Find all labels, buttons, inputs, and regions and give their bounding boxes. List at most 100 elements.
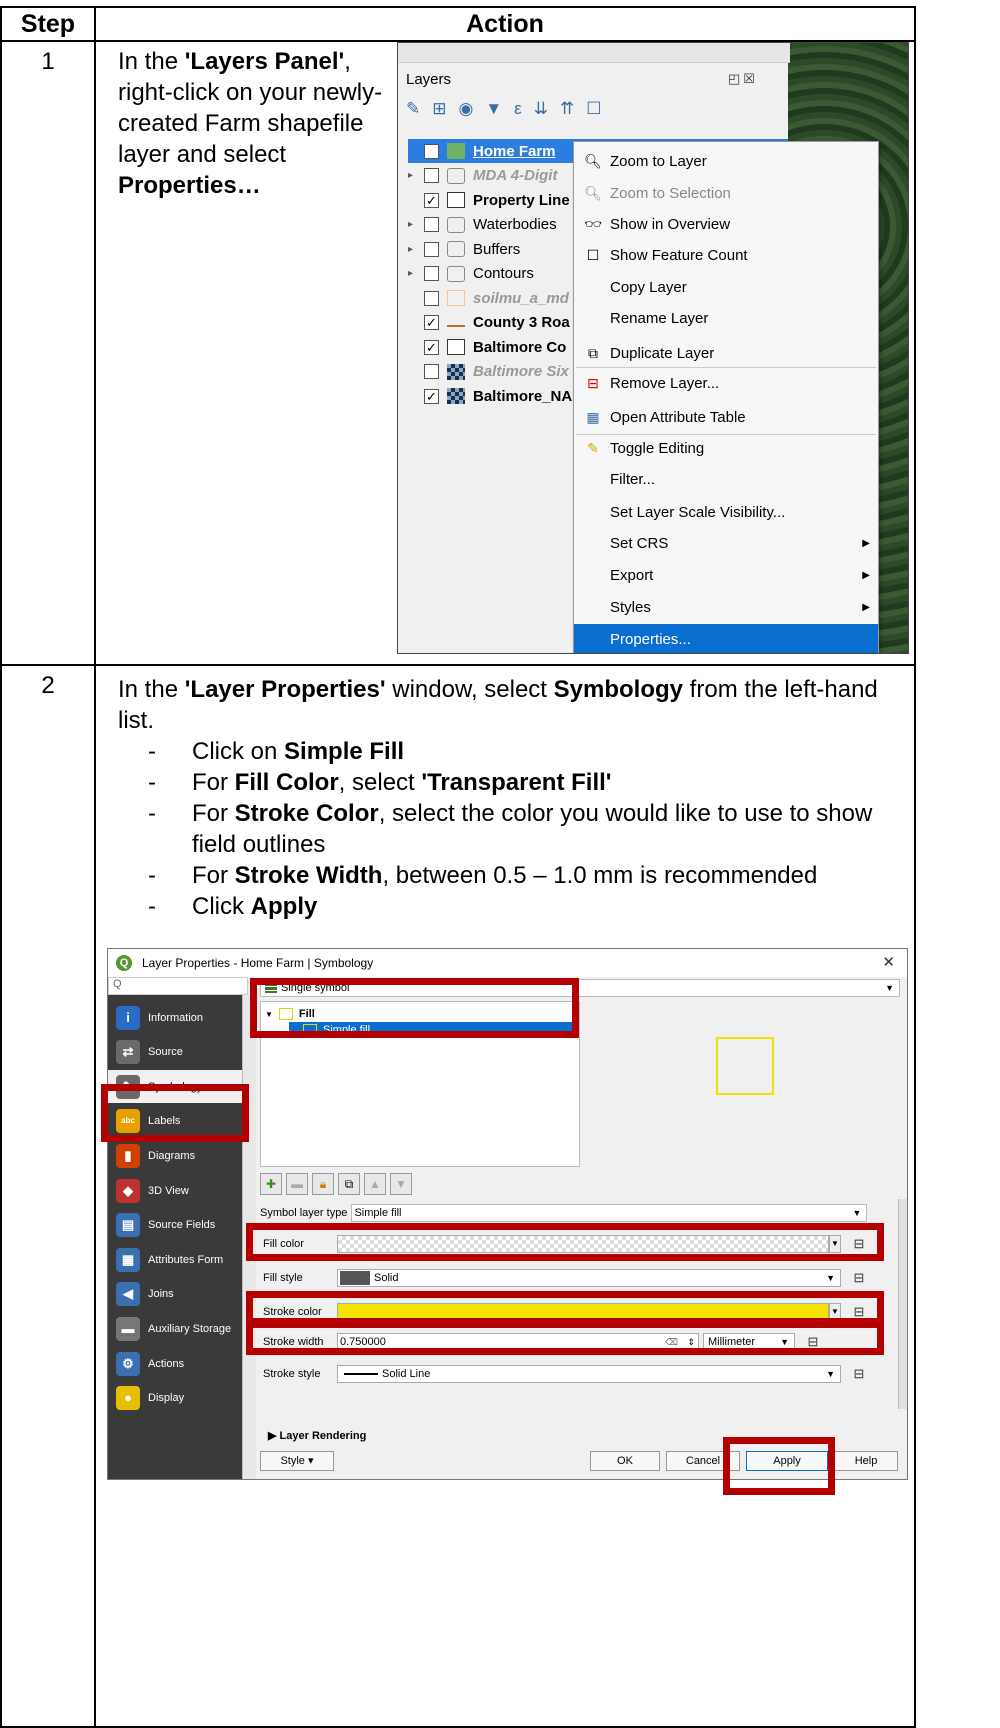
collapse-all-icon[interactable]: ⇈: [560, 99, 574, 119]
sidebar-item[interactable]: ● Display: [108, 1382, 242, 1415]
duplicate-icon[interactable]: ⧉: [338, 1173, 360, 1195]
data-defined-icon[interactable]: ⊟: [849, 1366, 869, 1382]
menu-item[interactable]: Rename Layer: [574, 303, 878, 333]
menu-item[interactable]: ▦ Open Attribute Table: [574, 402, 878, 432]
sidebar-item[interactable]: ▮ Diagrams: [108, 1139, 242, 1172]
style-button[interactable]: Style ▾: [260, 1451, 334, 1471]
layer-visibility-checkbox[interactable]: [424, 266, 439, 281]
panel-float-close-icon[interactable]: ◰☒: [728, 71, 758, 87]
data-defined-icon[interactable]: ⊟: [803, 1334, 823, 1350]
menu-item[interactable]: ☐ Show Feature Count: [574, 240, 878, 270]
stroke-style-select[interactable]: Solid Line ▼: [337, 1365, 841, 1383]
properties-scrollbar[interactable]: [898, 1199, 907, 1409]
stroke-unit-select[interactable]: Millimeter ▼: [703, 1333, 795, 1351]
sidebar-item[interactable]: ▤ Source Fields: [108, 1209, 242, 1242]
move-up-icon[interactable]: ▲: [364, 1173, 386, 1195]
search-input[interactable]: Q: [108, 977, 248, 995]
menu-item[interactable]: Export ▶: [574, 560, 878, 590]
style-brush-icon[interactable]: ✎: [406, 99, 420, 119]
layer-visibility-checkbox[interactable]: ✓: [424, 315, 439, 330]
help-button[interactable]: Help: [834, 1451, 898, 1471]
menu-item[interactable]: Filter...: [574, 464, 878, 494]
cancel-button[interactable]: Cancel: [666, 1451, 740, 1471]
renderer-select[interactable]: Single symbol ▼: [260, 979, 900, 997]
expand-arrow-icon[interactable]: ▸: [408, 219, 424, 230]
sidebar-item[interactable]: ✎ Symbology: [108, 1070, 242, 1104]
expand-arrow-icon[interactable]: ▸: [408, 170, 424, 181]
style-button-label: Style: [280, 1455, 305, 1467]
stroke-width-input[interactable]: 0.750000 ⌫ ⇕: [337, 1333, 699, 1351]
menu-item[interactable]: Copy Layer: [574, 272, 878, 302]
sidebar-item[interactable]: ▬ Auxiliary Storage: [108, 1312, 242, 1345]
tree-item-simple-fill[interactable]: Simple fill: [289, 1022, 577, 1038]
fill-style-select[interactable]: Solid ▼: [337, 1269, 841, 1287]
add-group-icon[interactable]: ⊞: [432, 99, 446, 119]
layer-item[interactable]: ▸ MDA 4-Digit: [408, 164, 578, 188]
expression-icon[interactable]: ε: [514, 99, 522, 119]
layer-visibility-checkbox[interactable]: ✓: [424, 192, 439, 208]
remove-layer-icon[interactable]: ☐: [586, 99, 601, 119]
eye-icon[interactable]: ◉: [459, 99, 474, 119]
layer-visibility-checkbox[interactable]: [424, 241, 439, 257]
menu-item[interactable]: Set CRS ▶: [574, 528, 878, 558]
add-symbol-layer-icon[interactable]: ✚: [260, 1173, 282, 1195]
sidebar-item[interactable]: ⚙ Actions: [108, 1347, 242, 1380]
menu-item[interactable]: ⧉ Duplicate Layer: [574, 338, 878, 368]
expand-all-icon[interactable]: ⇊: [534, 99, 548, 119]
menu-item[interactable]: Styles ▶: [574, 592, 878, 622]
sidebar-scrollbar[interactable]: [242, 995, 256, 1479]
chevron-down-icon[interactable]: ▼: [829, 1235, 841, 1253]
data-defined-icon[interactable]: ⊟: [849, 1270, 869, 1286]
lock-icon[interactable]: 🔒︎: [312, 1173, 334, 1195]
spinner-icon[interactable]: ⇕: [687, 1334, 695, 1350]
layer-visibility-checkbox[interactable]: [424, 290, 439, 306]
clear-icon[interactable]: ⌫: [665, 1334, 678, 1350]
move-down-icon[interactable]: ▼: [390, 1173, 412, 1195]
layer-visibility-checkbox[interactable]: ✓: [424, 143, 439, 159]
chevron-down-icon[interactable]: ▼: [829, 1303, 841, 1321]
sidebar-item[interactable]: i Information: [108, 1001, 242, 1034]
layer-visibility-checkbox[interactable]: ✓: [424, 339, 439, 355]
layer-item[interactable]: ▸ Waterbodies: [408, 213, 578, 237]
symbol-layer-type-select[interactable]: Simple fill ▼: [351, 1204, 868, 1222]
menu-item[interactable]: ⊟ Remove Layer...: [574, 368, 878, 398]
tree-item-fill[interactable]: ▼ Fill: [265, 1006, 575, 1022]
sidebar-item[interactable]: ◀ Joins: [108, 1278, 242, 1311]
menu-item[interactable]: Properties...: [574, 624, 878, 653]
menu-item[interactable]: Set Layer Scale Visibility...: [574, 497, 878, 527]
layer-visibility-checkbox[interactable]: [424, 168, 439, 183]
menu-item[interactable]: 🔍︎ Zoom to Selection: [574, 178, 878, 208]
remove-symbol-layer-icon[interactable]: ▬: [286, 1173, 308, 1195]
close-icon[interactable]: ✕: [882, 953, 895, 971]
data-defined-icon[interactable]: ⊟: [849, 1236, 869, 1252]
layer-visibility-checkbox[interactable]: [424, 217, 439, 232]
submenu-arrow-icon: ▶: [862, 569, 870, 581]
filter-icon[interactable]: ▼: [485, 99, 502, 119]
expand-arrow-icon[interactable]: ▸: [408, 244, 424, 255]
layer-item[interactable]: soilmu_a_md: [408, 286, 578, 310]
sidebar-item[interactable]: ◆ 3D View: [108, 1174, 242, 1207]
ok-button[interactable]: OK: [590, 1451, 660, 1471]
menu-item[interactable]: 👓︎ Show in Overview: [574, 209, 878, 239]
sidebar-icon: ⚙: [116, 1351, 140, 1376]
apply-button[interactable]: Apply: [746, 1451, 828, 1471]
layer-visibility-checkbox[interactable]: ✓: [424, 388, 439, 404]
layer-item[interactable]: ✓ Property Line: [408, 188, 578, 212]
fill-color-button[interactable]: [337, 1235, 829, 1253]
layer-item[interactable]: Baltimore Six: [408, 360, 578, 384]
expand-arrow-icon[interactable]: ▸: [408, 268, 424, 279]
layer-visibility-checkbox[interactable]: [424, 364, 439, 379]
sidebar-item[interactable]: abc Labels: [108, 1105, 242, 1138]
sidebar-item[interactable]: ▦ Attributes Form: [108, 1243, 242, 1276]
sidebar-item[interactable]: ⇄ Source: [108, 1036, 242, 1069]
layer-item[interactable]: ✓ Baltimore Co: [408, 335, 578, 359]
layer-item[interactable]: ✓ County 3 Roa: [408, 311, 578, 335]
data-defined-icon[interactable]: ⊟: [849, 1304, 869, 1320]
layer-item[interactable]: ▸ Contours: [408, 262, 578, 286]
layer-rendering-section[interactable]: ▶ Layer Rendering: [268, 1429, 366, 1442]
layer-item[interactable]: ✓ Baltimore_NA: [408, 384, 578, 408]
layer-item[interactable]: ▸ Buffers: [408, 237, 578, 261]
menu-item[interactable]: ✎ Toggle Editing: [574, 433, 878, 463]
stroke-color-button[interactable]: [337, 1303, 829, 1321]
menu-item[interactable]: 🔍︎ Zoom to Layer: [574, 146, 878, 176]
